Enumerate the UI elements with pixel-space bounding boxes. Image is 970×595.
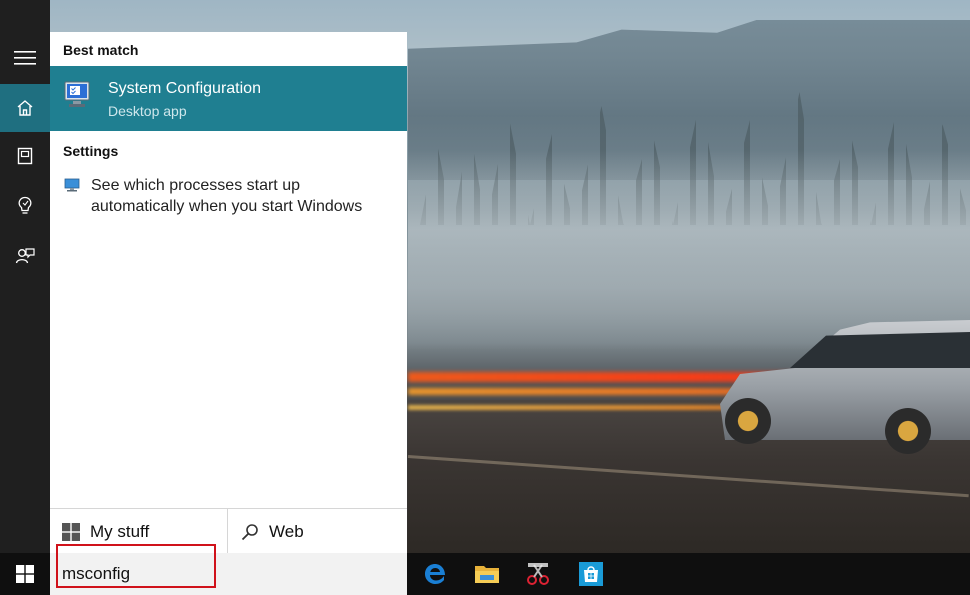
wallpaper-car-wheel — [725, 398, 771, 444]
windows-logo-icon — [16, 565, 34, 583]
windows-logo-icon — [62, 522, 80, 541]
search-input[interactable] — [62, 561, 342, 587]
file-explorer-icon — [475, 566, 499, 583]
sidebar-item-notebook[interactable] — [0, 132, 50, 180]
tab-web-label: Web — [269, 521, 304, 541]
wallpaper-fog — [408, 150, 970, 350]
best-match-title: System Configuration — [108, 80, 261, 97]
snipping-tool-icon — [527, 563, 549, 585]
settings-heading: Settings — [63, 143, 119, 159]
sidebar-item-feedback[interactable] — [0, 232, 50, 280]
home-icon — [17, 100, 33, 116]
search-scope-tabs: My stuff Web — [50, 508, 407, 554]
taskbar-app-snipping-tool[interactable] — [521, 558, 555, 590]
lightbulb-icon — [18, 196, 32, 214]
tab-web[interactable]: Web — [229, 509, 407, 554]
taskbar-app-file-explorer[interactable] — [470, 558, 504, 590]
hamburger-menu-icon — [14, 51, 36, 65]
taskbar-app-store[interactable] — [574, 558, 608, 590]
taskbar — [0, 553, 970, 595]
sidebar-item-reminders[interactable] — [0, 182, 50, 230]
search-results-panel: Best match System Configuration Desktop … — [50, 32, 407, 554]
taskbar-search-box[interactable] — [50, 553, 407, 595]
best-match-result[interactable]: System Configuration Desktop app — [50, 66, 407, 131]
tab-my-stuff-label: My stuff — [90, 521, 150, 541]
settings-result-text: See which processes start up automatical… — [91, 177, 363, 215]
notebook-icon — [17, 147, 33, 165]
search-icon — [241, 523, 258, 540]
sidebar-item-home[interactable] — [0, 84, 50, 132]
hamburger-menu-button[interactable] — [0, 34, 50, 82]
settings-result-startup-processes[interactable]: See which processes start up automatical… — [50, 172, 407, 222]
store-icon — [579, 562, 603, 586]
system-configuration-icon — [64, 81, 90, 107]
edge-icon — [425, 564, 445, 584]
best-match-heading: Best match — [63, 42, 139, 58]
start-button[interactable] — [0, 553, 50, 595]
best-match-subtitle: Desktop app — [108, 103, 187, 119]
monitor-settings-icon — [64, 178, 80, 192]
cortana-sidebar — [0, 32, 50, 553]
tab-my-stuff[interactable]: My stuff — [50, 509, 228, 554]
taskbar-app-edge[interactable] — [418, 558, 452, 590]
wallpaper-car-wheel — [885, 408, 931, 454]
rail-top — [0, 0, 50, 32]
feedback-icon — [15, 248, 35, 264]
